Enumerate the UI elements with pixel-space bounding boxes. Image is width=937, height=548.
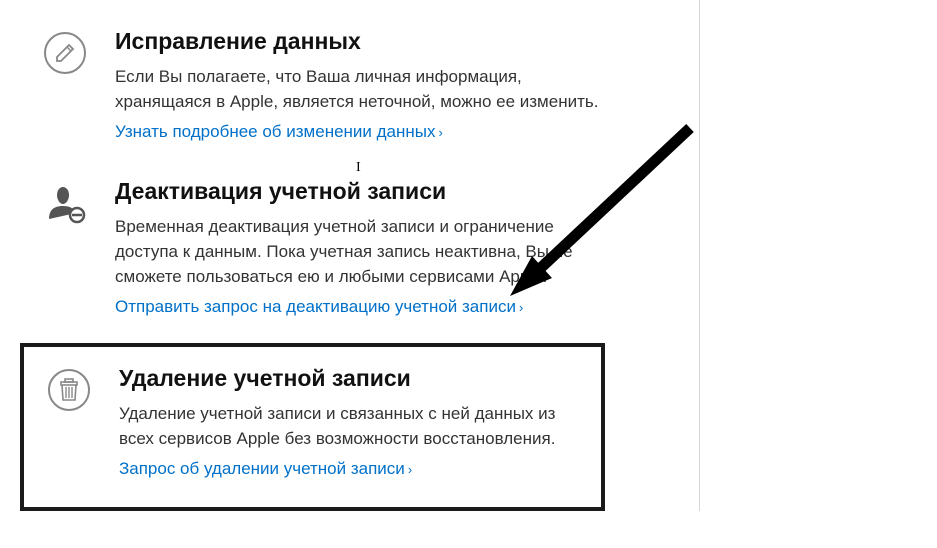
section-deactivate-account: Деактивация учетной записи Временная деа… bbox=[0, 160, 699, 335]
section-correct-data: Исправление данных Если Вы полагаете, чт… bbox=[0, 10, 699, 160]
correct-data-link[interactable]: Узнать подробнее об изменении данных› bbox=[115, 122, 443, 142]
pencil-icon bbox=[40, 28, 90, 142]
chevron-right-icon: › bbox=[408, 462, 412, 477]
user-deactivate-icon bbox=[40, 178, 90, 317]
chevron-right-icon: › bbox=[519, 300, 523, 315]
trash-icon bbox=[44, 365, 94, 479]
section-desc: Временная деактивация учетной записи и о… bbox=[115, 215, 605, 289]
link-label: Узнать подробнее об изменении данных bbox=[115, 122, 436, 141]
section-desc: Удаление учетной записи и связанных с не… bbox=[119, 402, 581, 451]
section-title: Деактивация учетной записи bbox=[115, 178, 679, 205]
deactivate-account-link[interactable]: Отправить запрос на деактивацию учетной … bbox=[115, 297, 523, 317]
section-title: Исправление данных bbox=[115, 28, 679, 55]
section-desc: Если Вы полагаете, что Ваша личная инфор… bbox=[115, 65, 605, 114]
chevron-right-icon: › bbox=[439, 125, 443, 140]
link-label: Отправить запрос на деактивацию учетной … bbox=[115, 297, 516, 316]
link-label: Запрос об удалении учетной записи bbox=[119, 459, 405, 478]
delete-account-link[interactable]: Запрос об удалении учетной записи› bbox=[119, 459, 412, 479]
section-delete-account: Удаление учетной записи Удаление учетной… bbox=[20, 343, 605, 511]
section-title: Удаление учетной записи bbox=[119, 365, 581, 392]
